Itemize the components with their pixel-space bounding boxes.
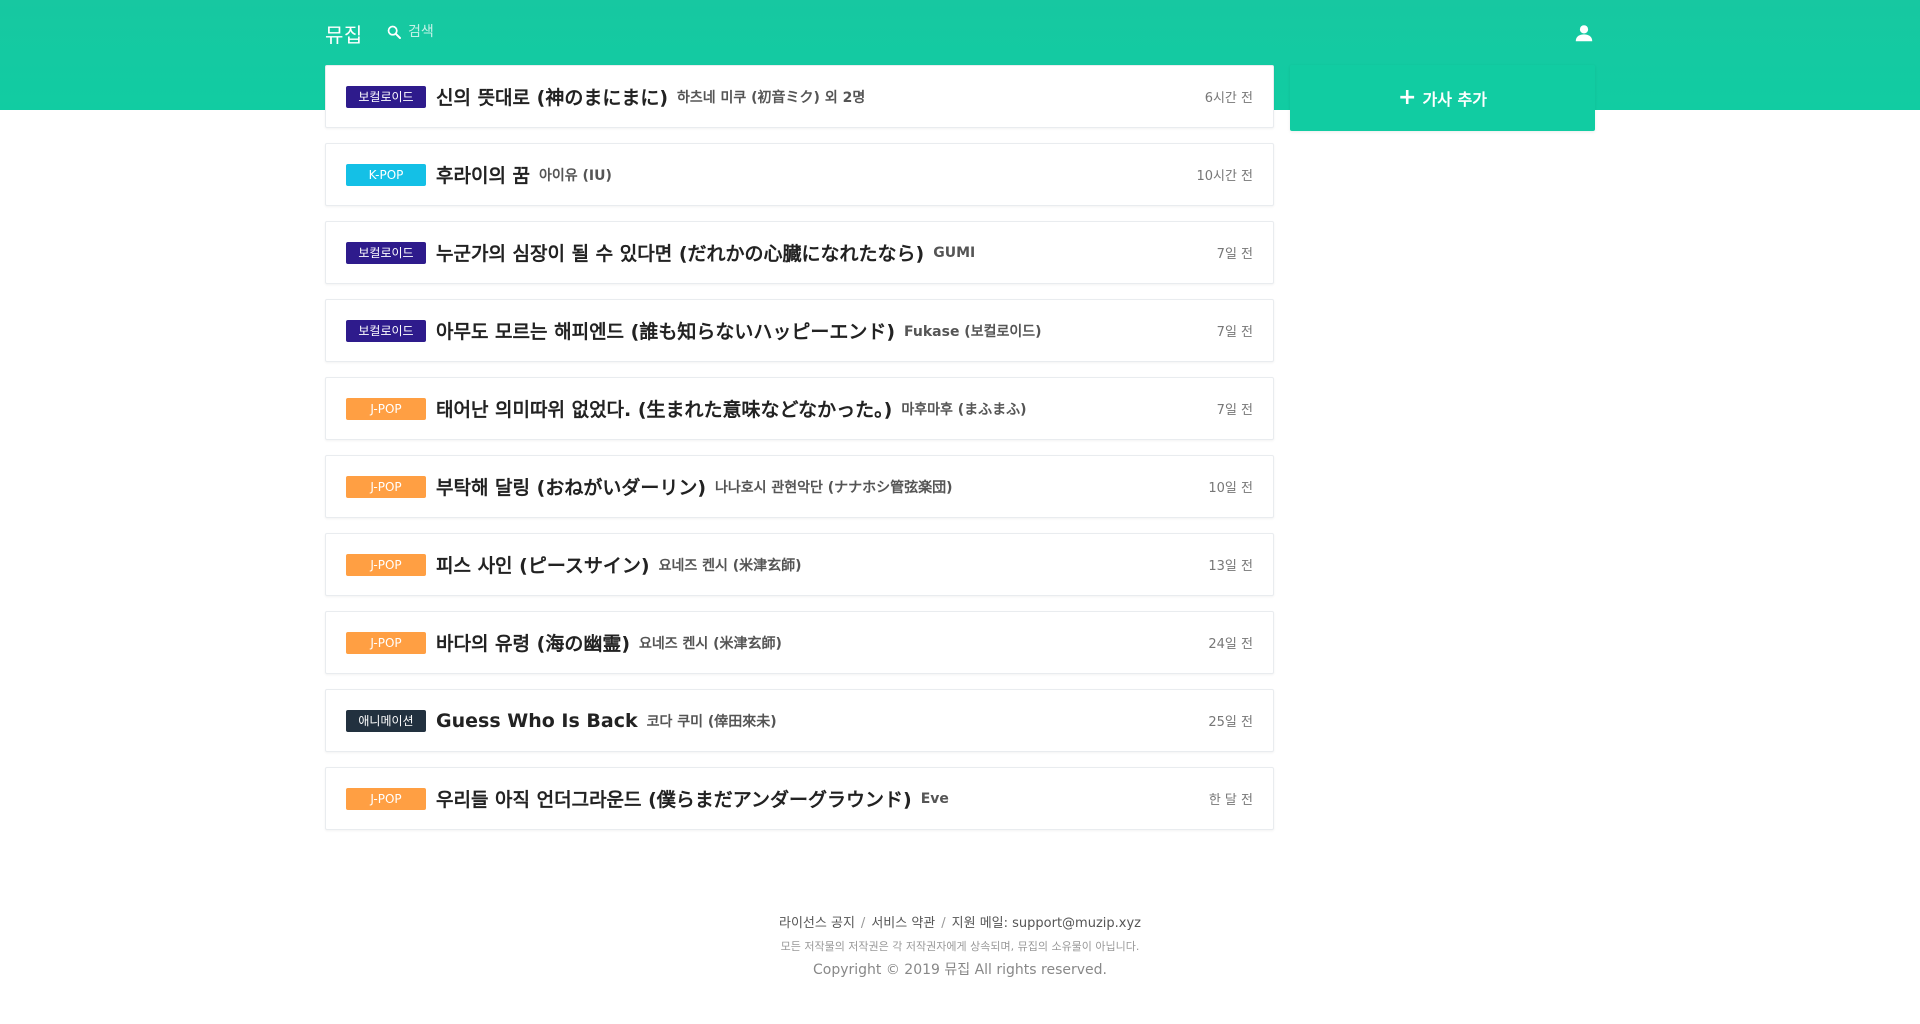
search-box[interactable] <box>386 21 608 43</box>
song-title: 신의 뜻대로 (神のまにまに) <box>436 87 668 109</box>
song-artist: 아이유 (IU) <box>539 167 612 184</box>
brand-logo[interactable]: 뮤집 <box>325 19 363 48</box>
song-artist: Eve <box>920 790 949 807</box>
song-list-item[interactable]: 애니메이션 Guess Who Is Back 코다 쿠미 (倖田來未) 25일 전 <box>325 689 1274 752</box>
song-timestamp: 13일 전 <box>1208 559 1253 574</box>
genre-badge: J-POP <box>346 397 426 420</box>
song-list: 보컬로이드 신의 뜻대로 (神のまにまに) 하츠네 미쿠 (初音ミク) 외 2명 6시… <box>325 65 1274 845</box>
support-email-link[interactable]: 지원 메일: support@muzip.xyz <box>952 916 1141 931</box>
genre-badge: 애니메이션 <box>346 709 426 732</box>
song-list-item[interactable]: J-POP 부탁해 달링 (おねがいダーリン) 나나호시 관현악단 (ナナホシ管弦楽… <box>325 455 1274 518</box>
license-notice-link[interactable]: 라이선스 공지 <box>779 916 855 931</box>
song-title: 우리들 아직 언더그라운드 (僕らまだアンダーグラウンド) <box>436 789 912 811</box>
song-list-item[interactable]: J-POP 바다의 유령 (海の幽霊) 요네즈 켄시 (米津玄師) 24일 전 <box>325 611 1274 674</box>
song-artist: Fukase (보컬로이드) <box>904 323 1042 340</box>
song-artist: 요네즈 켄시 (米津玄師) <box>658 557 802 574</box>
song-list-item[interactable]: 보컬로이드 아무도 모르는 해피엔드 (誰も知らないハッピーエンド) Fukase … <box>325 299 1274 362</box>
genre-badge: J-POP <box>346 787 426 810</box>
song-timestamp: 6시간 전 <box>1204 91 1253 106</box>
song-title: 누군가의 심장이 될 수 있다면 (だれかの心臓になれたなら) <box>436 243 925 265</box>
genre-badge: J-POP <box>346 553 426 576</box>
link-separator: / <box>860 916 866 931</box>
copyright-notice: 모든 저작물의 저작권은 각 저작권자에게 상속되며, 뮤집의 소유물이 아닙니… <box>780 940 1140 953</box>
add-lyrics-label: 가사 추가 <box>1422 90 1487 109</box>
copyright-text: Copyright © 2019 뮤집 All rights reserved. <box>812 962 1107 978</box>
song-artist: 코다 쿠미 (倖田來未) <box>646 713 777 730</box>
song-timestamp: 7일 전 <box>1216 403 1253 418</box>
song-title: 태어난 의미따위 없었다. (生まれた意味などなかった。) <box>436 399 893 421</box>
song-artist: 요네즈 켄시 (米津玄師) <box>639 635 782 652</box>
genre-badge: 보컬로이드 <box>346 319 426 342</box>
song-timestamp: 10일 전 <box>1208 481 1253 496</box>
song-timestamp: 7일 전 <box>1216 325 1253 340</box>
genre-badge: 보컬로이드 <box>346 85 426 108</box>
song-title: 피스 사인 (ピースサイン) <box>436 555 650 577</box>
footer: 라이선스 공지 / 서비스 약관 / 지원 메일: support@muzip.xyz … <box>0 912 1920 979</box>
song-timestamp: 10시간 전 <box>1196 169 1253 184</box>
genre-badge: 보컬로이드 <box>346 241 426 264</box>
song-list-item[interactable]: 보컬로이드 누군가의 심장이 될 수 있다면 (だれかの心臓になれたなら) GUMI… <box>325 221 1274 284</box>
link-separator: / <box>941 916 946 931</box>
song-timestamp: 한 달 전 <box>1208 793 1253 808</box>
search-input[interactable] <box>408 24 608 40</box>
footer-links: 라이선스 공지 / 서비스 약관 / 지원 메일: support@muzip.xyz <box>0 912 1920 931</box>
song-title: Guess Who Is Back <box>436 709 638 732</box>
search-icon <box>386 24 402 40</box>
terms-of-service-link[interactable]: 서비스 약관 <box>871 916 935 931</box>
song-timestamp: 24일 전 <box>1208 637 1253 652</box>
song-title: 후라이의 꿈 <box>436 165 531 187</box>
song-title: 바다의 유령 (海の幽霊) <box>436 633 630 655</box>
song-artist: 나나호시 관현악단 (ナナホシ管弦楽団) <box>715 479 953 496</box>
add-lyrics-button[interactable]: + 가사 추가 <box>1290 65 1595 131</box>
genre-badge: J-POP <box>346 475 426 498</box>
genre-badge: J-POP <box>346 631 426 654</box>
song-artist: GUMI <box>933 244 976 261</box>
person-icon[interactable] <box>1573 22 1595 44</box>
song-title: 아무도 모르는 해피엔드 (誰も知らないハッピーエンド) <box>436 321 896 343</box>
song-artist: 마후마후 (まふまふ) <box>901 401 1027 418</box>
plus-icon: + <box>1398 85 1417 110</box>
song-list-item[interactable]: 보컬로이드 신의 뜻대로 (神のまにまに) 하츠네 미쿠 (初音ミク) 외 2명 6시… <box>325 65 1274 128</box>
genre-badge: K-POP <box>346 163 426 186</box>
song-timestamp: 7일 전 <box>1216 247 1253 262</box>
song-title: 부탁해 달링 (おねがいダーリン) <box>436 477 706 499</box>
song-list-item[interactable]: J-POP 우리들 아직 언더그라운드 (僕らまだアンダーグラウンド) Eve 한 달… <box>325 767 1274 830</box>
song-list-item[interactable]: J-POP 태어난 의미따위 없었다. (生まれた意味などなかった。) 마후마후 (… <box>325 377 1274 440</box>
song-artist: 하츠네 미쿠 (初音ミク) 외 2명 <box>677 89 866 106</box>
song-list-item[interactable]: K-POP 후라이의 꿈 아이유 (IU) 10시간 전 <box>325 143 1274 206</box>
song-list-item[interactable]: J-POP 피스 사인 (ピースサイン) 요네즈 켄시 (米津玄師) 13일 전 <box>325 533 1274 596</box>
song-timestamp: 25일 전 <box>1208 715 1253 730</box>
